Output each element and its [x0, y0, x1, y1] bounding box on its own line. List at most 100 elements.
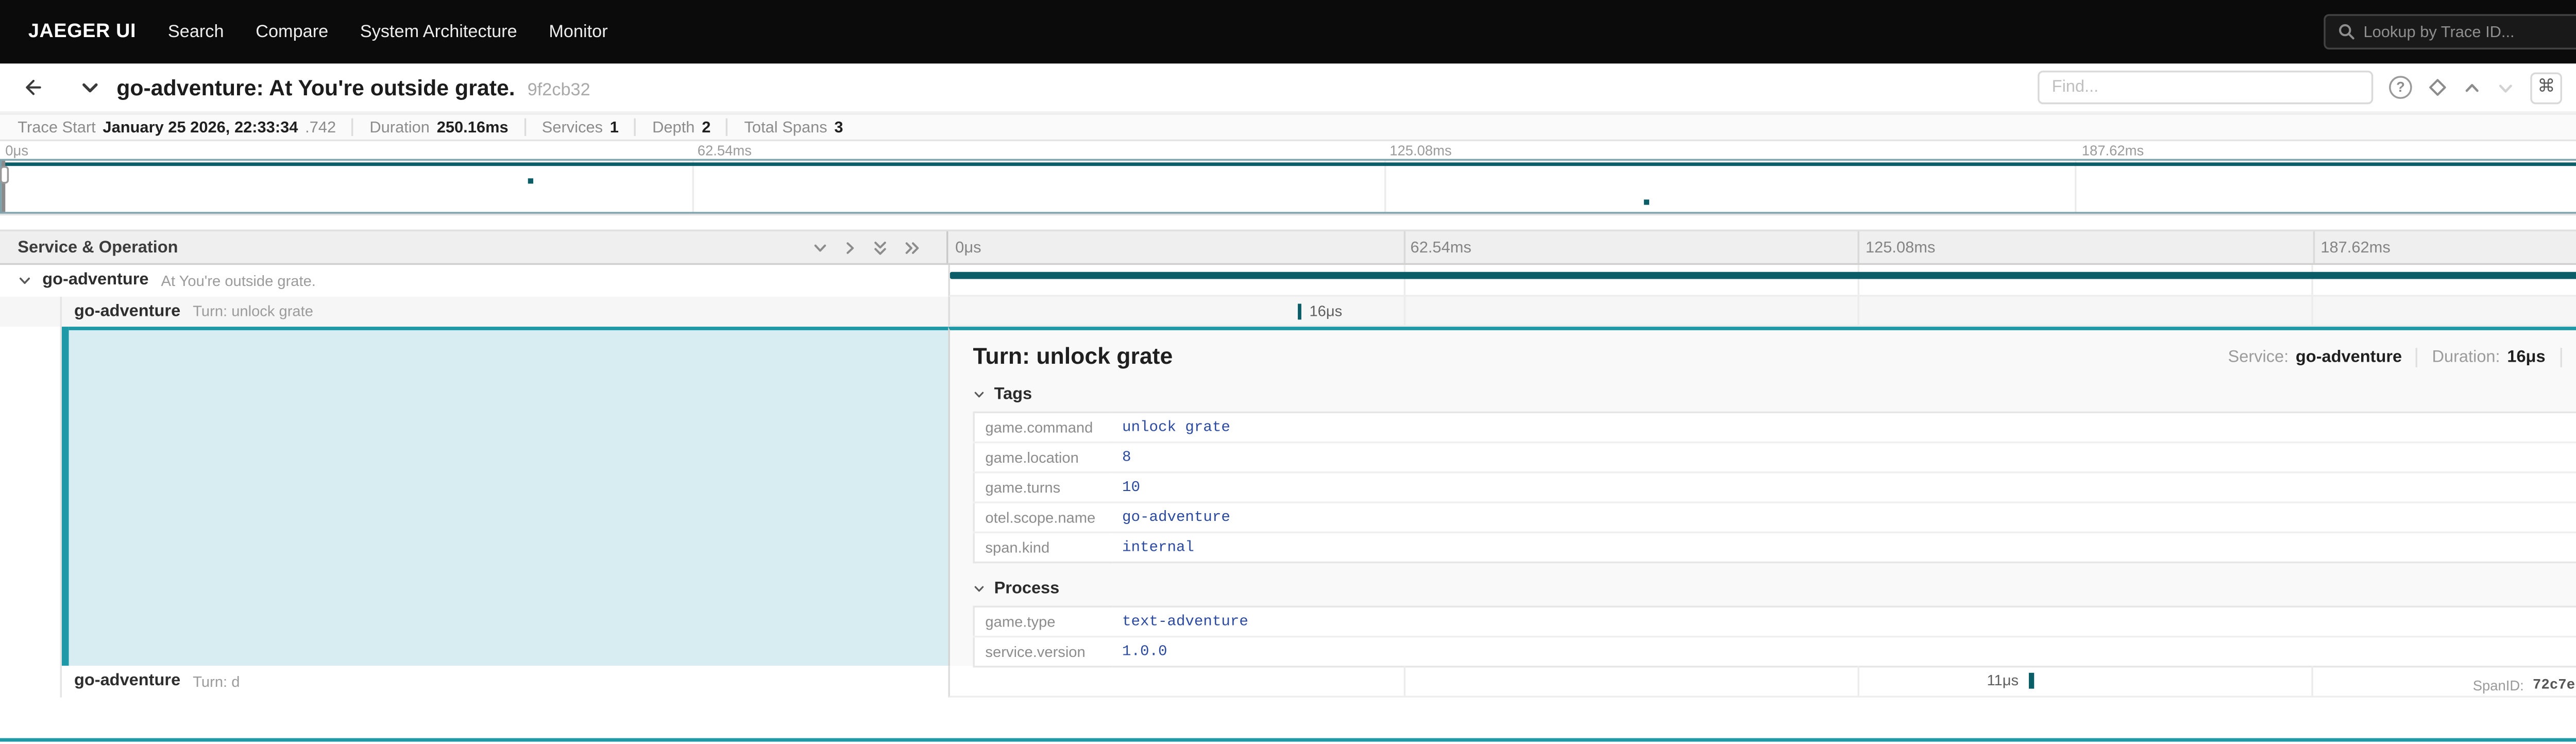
help-icon[interactable]: ?: [2389, 76, 2412, 99]
detail-left-highlight-pane[interactable]: [69, 327, 948, 666]
indent-guide: [0, 296, 62, 327]
chevron-down-icon: [973, 583, 985, 595]
ruler-tick: 0μs: [955, 239, 981, 256]
tags-table: game.commandunlock grate game.location8 …: [973, 412, 2576, 564]
span-track[interactable]: 16μs: [948, 296, 2576, 327]
back-button[interactable]: [21, 76, 44, 99]
timeline-ruler: 0μs 62.54ms 125.08ms 187.62ms 250.16ms: [948, 231, 2576, 263]
process-table: game.typetext-adventure service.version1…: [973, 606, 2576, 668]
keyboard-shortcuts-button[interactable]: ⌘: [2530, 72, 2562, 104]
span-detail-title: Turn: unlock grate: [973, 343, 1173, 369]
tag-row[interactable]: otel.scope.namego-adventure: [974, 502, 2576, 532]
span-track[interactable]: 11μs: [948, 666, 2576, 697]
operation-name: Turn: d: [193, 672, 240, 690]
trace-header-collapse-icon[interactable]: [79, 77, 100, 98]
depth-summary: Depth 2: [635, 119, 726, 136]
trace-summary-bar: Trace Start January 25 2026, 22:33:34 .7…: [0, 113, 2576, 141]
nav-item-monitor[interactable]: Monitor: [549, 22, 607, 42]
span-detail-panel: Turn: unlock grate Service: go-adventure…: [948, 327, 2576, 666]
minimap-tick: 187.62ms: [2082, 143, 2144, 159]
trace-timeline: Service & Operation: [0, 230, 2576, 741]
search-icon: [2337, 23, 2354, 41]
service-name: go-adventure: [42, 270, 148, 290]
service-name: go-adventure: [74, 671, 180, 691]
span-duration: Duration: 16μs: [2416, 348, 2560, 367]
ruler-tick: 125.08ms: [1866, 239, 1935, 256]
tag-row[interactable]: game.turns10: [974, 472, 2576, 502]
collapse-controls: [812, 238, 922, 257]
minimap-tick: 125.08ms: [1389, 143, 1451, 159]
span-detail-header: Turn: unlock grate Service: go-adventure…: [973, 343, 2576, 369]
total-spans-summary: Total Spans 3: [726, 119, 859, 136]
scrubber-left-grip[interactable]: [0, 166, 8, 183]
top-navbar: JAEGER UI Search Compare System Architec…: [0, 0, 2576, 63]
span-row-root[interactable]: go-adventure At You're outside grate.: [0, 265, 2576, 296]
process-row[interactable]: game.typetext-adventure: [974, 606, 2576, 636]
minimap-canvas[interactable]: [0, 159, 2576, 215]
timeline-header: Service & Operation: [0, 230, 2576, 265]
scrubber-left-handle[interactable]: [2, 161, 4, 212]
app-brand[interactable]: JAEGER UI: [28, 21, 136, 42]
trace-lookup-input[interactable]: [2363, 23, 2570, 41]
find-input[interactable]: [2038, 71, 2373, 104]
trace-minimap: 0μs 62.54ms 125.08ms 187.62ms 250.16ms: [0, 141, 2576, 215]
span-name-cell[interactable]: go-adventure At You're outside grate.: [0, 265, 948, 296]
operation-name: At You're outside grate.: [161, 272, 316, 289]
nav-item-search[interactable]: Search: [168, 22, 224, 42]
diamond-icon[interactable]: [2428, 78, 2448, 97]
span-detail-row: Turn: unlock grate Service: go-adventure…: [0, 327, 2576, 666]
tag-row[interactable]: span.kindinternal: [974, 532, 2576, 562]
span-bar[interactable]: [950, 272, 2576, 278]
collapse-one-chevron-down-icon[interactable]: [812, 239, 828, 255]
span-name-cell[interactable]: go-adventure Turn: d: [0, 666, 948, 697]
span-row-turn-d[interactable]: go-adventure Turn: d 11μs: [0, 666, 2576, 697]
indent-guide: [0, 666, 62, 697]
services-summary: Services 1: [524, 119, 635, 136]
tag-row[interactable]: game.commandunlock grate: [974, 412, 2576, 442]
operation-name: Turn: unlock grate: [193, 302, 313, 320]
span-track[interactable]: [948, 265, 2576, 296]
service-operation-header: Service & Operation: [18, 238, 178, 257]
trace-start-summary: Trace Start January 25 2026, 22:33:34 .7…: [18, 119, 352, 136]
minimap-tick-labels: 0μs 62.54ms 125.08ms 187.62ms 250.16ms: [0, 141, 2576, 159]
process-accordion-label: Process: [994, 579, 1060, 599]
span-bar[interactable]: [1297, 303, 1301, 319]
timeline-body: go-adventure At You're outside grate. go…: [0, 265, 2576, 741]
trace-page-header: go-adventure: At You're outside grate.9f…: [0, 63, 2576, 113]
ruler-tick: 187.62ms: [2320, 239, 2390, 256]
span-name-cell[interactable]: go-adventure Turn: unlock grate: [0, 296, 948, 327]
service-name: go-adventure: [74, 301, 180, 321]
bottom-accent-line: [0, 737, 2576, 741]
span-duration-label: 11μs: [1987, 671, 2019, 689]
span-bar[interactable]: [2029, 673, 2034, 689]
minimap-tick: 0μs: [5, 143, 28, 159]
span-row-unlock-grate[interactable]: go-adventure Turn: unlock grate 16μs: [0, 296, 2576, 327]
tag-row[interactable]: game.location8: [974, 443, 2576, 472]
minimap-tick: 62.54ms: [698, 143, 752, 159]
collapse-chevron-icon[interactable]: [18, 273, 31, 287]
tags-accordion-label: Tags: [994, 385, 1032, 404]
next-match-chevron-down-icon[interactable]: [2497, 79, 2514, 96]
trace-id-short: 9f2cb32: [528, 80, 590, 100]
span-overview: Service: go-adventure Duration: 16μs Sta…: [2214, 348, 2576, 367]
prev-match-chevron-up-icon[interactable]: [2463, 79, 2481, 96]
span-duration-label: 16μs: [1309, 301, 1342, 319]
span-color-strip: [62, 327, 69, 666]
jaeger-trace-page: JAEGER UI Search Compare System Architec…: [0, 0, 2576, 744]
tags-accordion-header[interactable]: Tags: [973, 385, 2576, 404]
process-accordion-header[interactable]: Process: [973, 579, 2576, 599]
nav-item-system-architecture[interactable]: System Architecture: [360, 22, 517, 42]
expand-all-double-chevron-right-icon[interactable]: [902, 239, 922, 255]
trace-lookup-box: [2323, 14, 2576, 49]
expand-one-chevron-right-icon[interactable]: [842, 239, 858, 255]
duration-summary: Duration 250.16ms: [352, 119, 524, 136]
main-nav: Search Compare System Architecture Monit…: [168, 22, 608, 42]
minimap-viewport-scrubber[interactable]: [0, 159, 2576, 213]
nav-item-compare[interactable]: Compare: [256, 22, 328, 42]
detail-indent-gutter: [0, 327, 62, 666]
chevron-down-icon: [973, 388, 985, 401]
collapse-all-double-chevron-down-icon[interactable]: [872, 238, 888, 257]
process-row[interactable]: service.version1.0.0: [974, 637, 2576, 667]
ruler-tick: 62.54ms: [1411, 239, 1471, 256]
timeline-spacer: [0, 697, 2576, 737]
